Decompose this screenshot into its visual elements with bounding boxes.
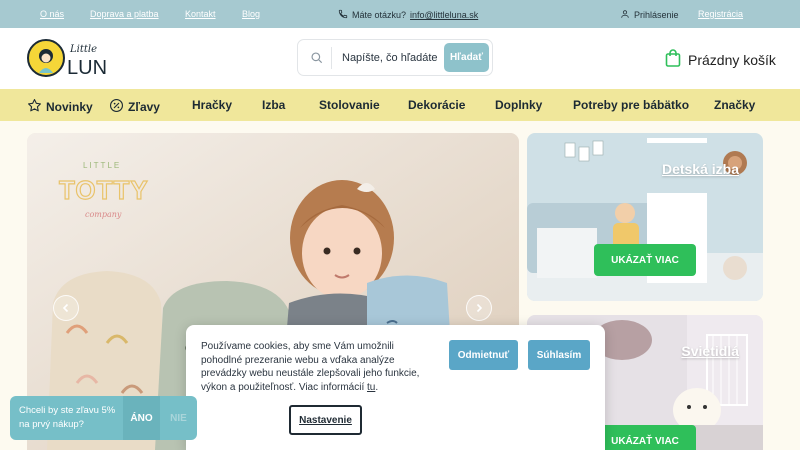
contact-email-link[interactable]: info@littleluna.sk [410,10,478,20]
hero-next-arrow[interactable] [466,295,492,321]
show-more-button[interactable]: UKÁZAŤ VIAC [594,425,696,450]
link-shipping-payment[interactable]: Doprava a platba [90,9,159,19]
phone-icon [338,9,348,21]
nav-item-znacky[interactable]: Značky [714,98,755,112]
star-icon [27,98,42,116]
nav-item-stolovanie[interactable]: Stolovanie [319,98,380,112]
register-link[interactable]: Registrácia [698,9,743,19]
link-about[interactable]: O nás [40,9,64,19]
nav-item-novinky[interactable]: Novinky [27,98,93,116]
user-icon [620,9,630,21]
search-button[interactable]: Hľadať [444,43,489,72]
svg-text:TOTTY: TOTTY [59,175,149,205]
nav-item-izba[interactable]: Izba [262,98,285,112]
search-box: Napíšte, čo hľadáte Hľadať [297,39,493,76]
nav-item-zlavy[interactable]: Zľavy [109,98,160,116]
shopping-bag-icon [665,49,681,70]
card-title[interactable]: Svietidlá [681,343,739,359]
main-navigation: Novinky Zľavy Hračky Izba Stolovanie Dek… [0,89,800,121]
svg-text:LUNA: LUNA [67,57,107,79]
category-card-detska-izba[interactable]: Detská izba UKÁZAŤ VIAC [527,133,763,301]
discount-question: Chceli by ste zľavu 5% na prvý nákup? [19,405,116,430]
nav-label: Novinky [46,100,93,114]
login-label: Prihlásenie [634,10,679,20]
cart-label: Prázdny košík [688,51,776,68]
top-bar: O nás Doprava a platba Kontakt Blog Máte… [0,0,800,28]
link-blog[interactable]: Blog [242,9,260,19]
chevron-right-icon [476,303,483,313]
link-contact[interactable]: Kontakt [185,9,216,19]
logo-graphic: Little LUNA [27,39,121,79]
discount-yes-button[interactable]: ÁNO [123,396,160,440]
cookie-settings-button[interactable]: Nastavenie [289,405,362,435]
discount-no-button[interactable]: NIE [160,396,197,440]
search-divider [331,47,332,69]
cookie-period: . [375,381,379,393]
contact-info: Máte otázku? info@littleluna.sk [338,9,478,21]
nav-label: Zľavy [128,100,160,114]
nav-item-hracky[interactable]: Hračky [192,98,232,112]
nav-item-dekoracie[interactable]: Dekorácie [408,98,465,112]
nav-item-doplnky[interactable]: Doplnky [495,98,542,112]
cookie-message: Používame cookies, aby sme Vám umožnili … [201,341,420,393]
login-link[interactable]: Prihlásenie [620,9,679,21]
nav-item-potreby-pre-babatko[interactable]: Potreby pre bábätko [573,98,689,112]
cookie-text: Používame cookies, aby sme Vám umožnili … [201,340,426,394]
hero-prev-arrow[interactable] [53,295,79,321]
chevron-left-icon [62,303,69,313]
svg-text:LITTLE: LITTLE [83,161,121,170]
search-input[interactable]: Napíšte, čo hľadáte [342,52,438,64]
cookie-banner: Používame cookies, aby sme Vám umožnili … [186,325,605,450]
header: Little LUNA Napíšte, čo hľadáte Hľadať P… [0,28,800,89]
show-more-button[interactable]: UKÁZAŤ VIAC [594,244,696,276]
cart-button[interactable]: Prázdny košík [665,49,776,70]
percent-icon [109,98,124,116]
svg-text:company: company [85,210,122,219]
search-icon [310,51,324,70]
reject-cookies-button[interactable]: Odmietnuť [449,340,518,370]
site-logo[interactable]: Little LUNA [27,37,121,79]
svg-text:Little: Little [69,44,97,55]
contact-question: Máte otázku? [352,10,407,20]
discount-popup: Chceli by ste zľavu 5% na prvý nákup? ÁN… [10,396,197,440]
accept-cookies-button[interactable]: Súhlasím [528,340,590,370]
card-title[interactable]: Detská izba [662,161,739,177]
